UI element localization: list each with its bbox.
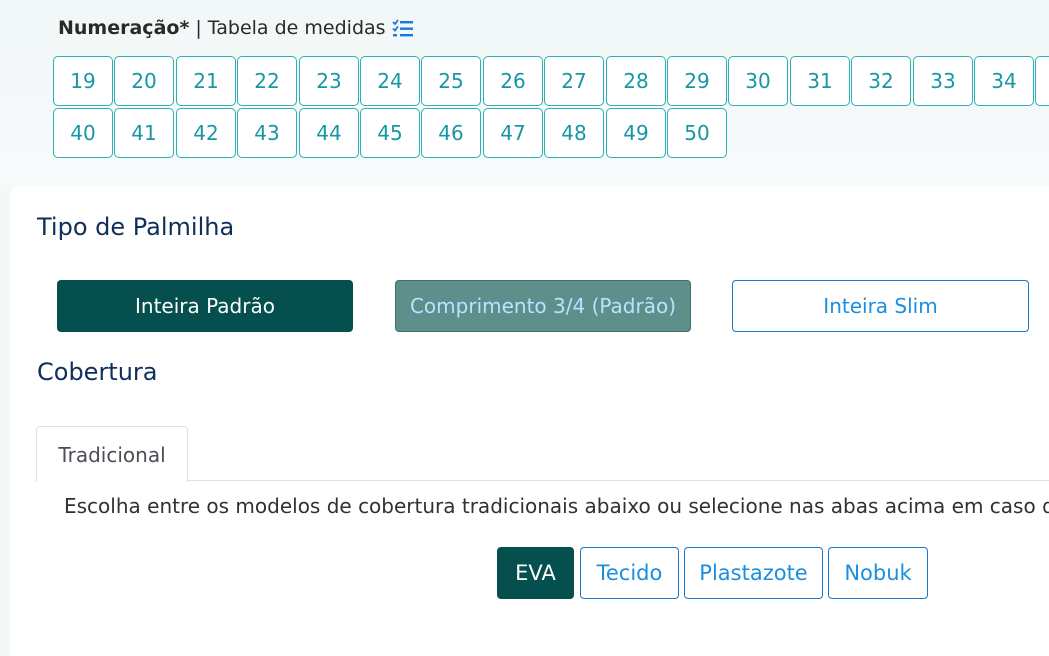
size-option-23[interactable]: 23: [299, 56, 359, 106]
size-option-27[interactable]: 27: [544, 56, 604, 106]
tab-tradicional[interactable]: Tradicional: [36, 426, 188, 482]
size-option-45[interactable]: 45: [360, 108, 420, 158]
palmilha-option-comprimento-3-4[interactable]: Comprimento 3/4 (Padrão): [395, 280, 691, 332]
header-separator: |: [195, 17, 202, 39]
cobertura-option-nobuk[interactable]: Nobuk: [828, 547, 928, 599]
size-option-32[interactable]: 32: [851, 56, 911, 106]
size-grid: 1920212223242526272829303132333435363738…: [53, 56, 1049, 160]
size-option-34[interactable]: 34: [974, 56, 1034, 106]
size-option-26[interactable]: 26: [483, 56, 543, 106]
size-option-21[interactable]: 21: [176, 56, 236, 106]
size-option-46[interactable]: 46: [421, 108, 481, 158]
size-option-49[interactable]: 49: [606, 108, 666, 158]
palmilha-option-inteira-padrao[interactable]: Inteira Padrão: [57, 280, 353, 332]
cobertura-option-eva[interactable]: EVA: [497, 547, 574, 599]
size-option-40[interactable]: 40: [53, 108, 113, 158]
size-option-29[interactable]: 29: [667, 56, 727, 106]
size-option-48[interactable]: 48: [544, 108, 604, 158]
size-option-33[interactable]: 33: [913, 56, 973, 106]
size-option-43[interactable]: 43: [237, 108, 297, 158]
cobertura-option-tecido[interactable]: Tecido: [580, 547, 679, 599]
size-option-31[interactable]: 31: [790, 56, 850, 106]
size-option-35[interactable]: 35: [1035, 56, 1049, 106]
size-option-50[interactable]: 50: [667, 108, 727, 158]
numeracao-label: Numeração*: [58, 17, 190, 39]
numeracao-section: Numeração* | Tabela de medidas 19 20 21 22 2…: [0, 0, 1049, 186]
size-option-42[interactable]: 42: [176, 108, 236, 158]
tipo-palmilha-title: Tipo de Palmilha: [37, 213, 235, 241]
size-option-25[interactable]: 25: [421, 56, 481, 106]
palmilha-option-inteira-slim[interactable]: Inteira Slim: [732, 280, 1029, 332]
product-options-card: Tipo de Palmilha Inteira Padrão Comprime…: [10, 186, 1049, 656]
cobertura-title: Cobertura: [37, 358, 158, 386]
cobertura-option-plastazote[interactable]: Plastazote: [684, 547, 823, 599]
cobertura-description: Escolha entre os modelos de cobertura tr…: [64, 494, 1049, 518]
size-option-24[interactable]: 24: [360, 56, 420, 106]
size-option-47[interactable]: 47: [483, 108, 543, 158]
size-option-19[interactable]: 19: [53, 56, 113, 106]
tabela-medidas-link[interactable]: Tabela de medidas: [208, 17, 386, 39]
size-option-22[interactable]: 22: [237, 56, 297, 106]
size-option-30[interactable]: 30: [728, 56, 788, 106]
size-option-20[interactable]: 20: [114, 56, 174, 106]
size-option-28[interactable]: 28: [606, 56, 666, 106]
numeracao-header: Numeração* | Tabela de medidas: [58, 15, 414, 41]
size-option-41[interactable]: 41: [114, 108, 174, 158]
size-option-44[interactable]: 44: [299, 108, 359, 158]
checklist-icon[interactable]: [391, 18, 414, 38]
